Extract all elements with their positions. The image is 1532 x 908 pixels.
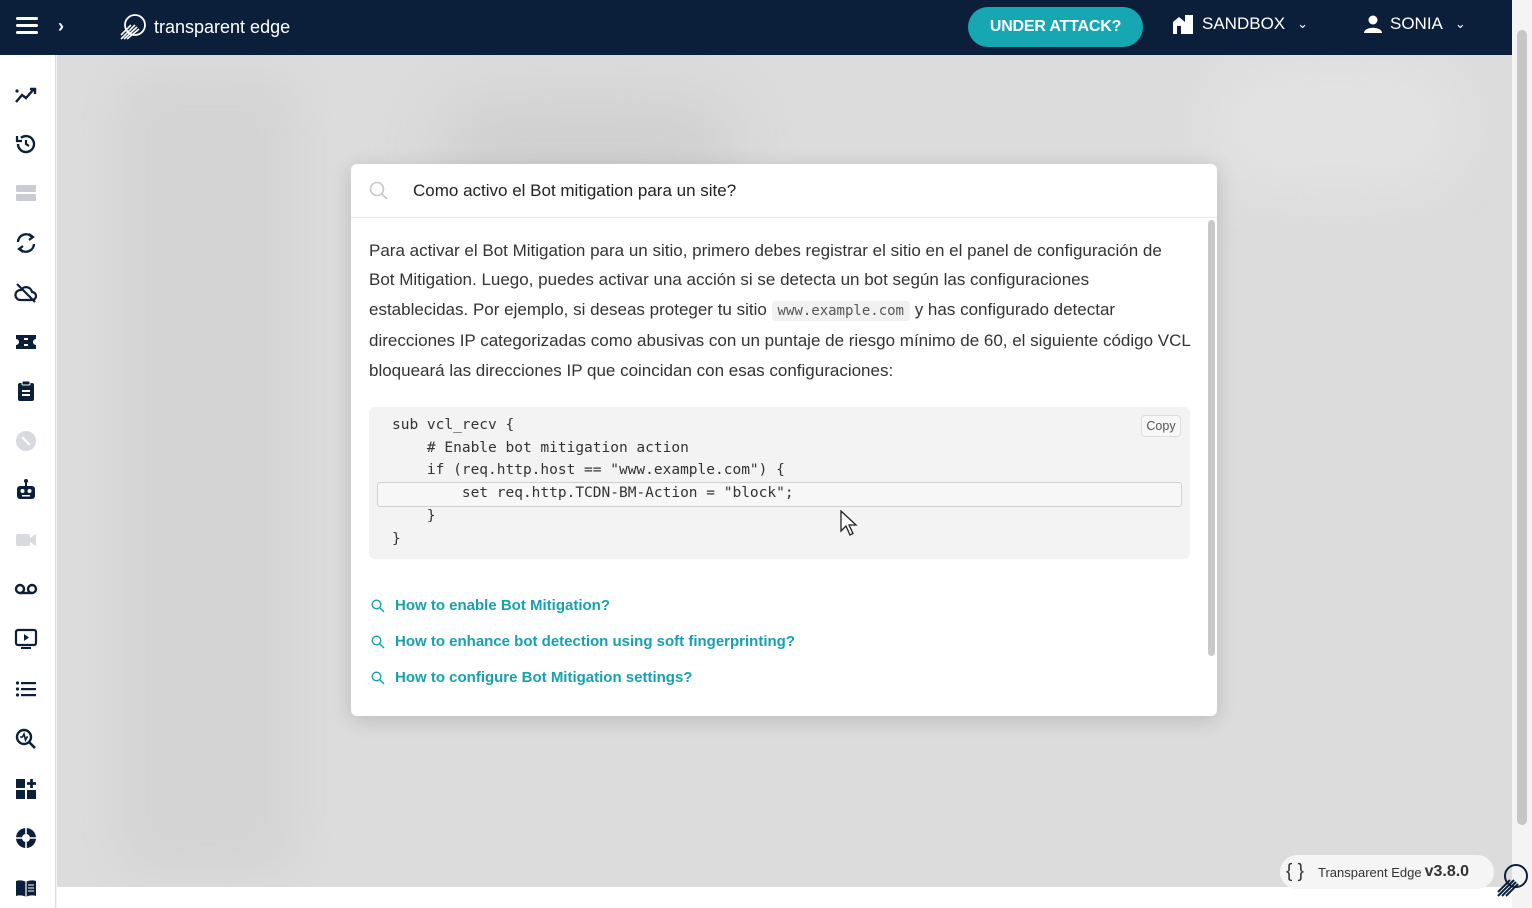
transparent-edge-logo-icon[interactable] (1494, 862, 1530, 898)
mouse-cursor-icon (840, 510, 858, 536)
video-icon[interactable] (13, 527, 39, 553)
code-line: } (392, 531, 401, 547)
code-block: sub vcl_recv { # Enable bot mitigation a… (369, 407, 1190, 559)
page-scrollbar-thumb[interactable] (1517, 30, 1527, 825)
transparent-edge-logo-icon (120, 14, 146, 40)
suggestion-link[interactable]: How to enhance bot detection using soft … (371, 633, 795, 650)
search-input[interactable] (413, 176, 1193, 206)
search-icon (371, 598, 385, 612)
suggestion-link[interactable]: How to enable Bot Mitigation? (371, 597, 610, 614)
inline-code: www.example.com (771, 300, 910, 321)
cloud-off-icon[interactable] (13, 280, 39, 306)
suggestion-label: How to enhance bot detection using soft … (395, 633, 795, 650)
chevron-down-icon: ⌄ (1297, 16, 1309, 31)
top-bar: › transparent edge UNDER ATTACK? SANDBOX… (0, 0, 1512, 55)
version-number: v3.8.0 (1424, 863, 1470, 880)
sync-icon[interactable] (13, 230, 39, 256)
robot-icon[interactable] (13, 477, 39, 503)
code-braces-icon: { } (1286, 861, 1304, 882)
search-icon (371, 634, 385, 648)
analytics-icon[interactable] (13, 82, 39, 108)
user-name: SONIA (1390, 14, 1443, 33)
inspect-icon[interactable] (13, 726, 39, 752)
voicemail-icon[interactable] (13, 576, 39, 602)
code-line: } (392, 508, 436, 524)
clipboard-icon[interactable] (13, 378, 39, 404)
chevron-down-icon: ⌄ (1454, 16, 1466, 31)
suggestion-label: How to enable Bot Mitigation? (395, 597, 610, 614)
building-icon (1173, 15, 1193, 34)
under-attack-button[interactable]: UNDER ATTACK? (968, 7, 1143, 47)
code-line: sub vcl_recv { (392, 417, 515, 433)
blurred-panel (117, 75, 297, 875)
copy-button[interactable]: Copy (1141, 415, 1181, 437)
user-icon (1364, 15, 1382, 33)
player-icon[interactable] (13, 626, 39, 652)
code-line: if (req.http.host == "www.example.com") … (392, 462, 785, 478)
brand-name: transparent edge (154, 16, 291, 37)
disabled-circle-icon[interactable] (13, 428, 39, 454)
chevron-right-icon[interactable]: › (58, 16, 64, 37)
dialog-scrollbar[interactable] (1208, 220, 1215, 656)
suggestion-label: How to configure Bot Mitigation settings… (395, 669, 693, 686)
ai-search-dialog: Para activar el Bot Mitigation para un s… (351, 164, 1217, 716)
suggestion-link[interactable]: How to configure Bot Mitigation settings… (371, 669, 692, 686)
servers-icon[interactable] (13, 180, 39, 206)
support-icon[interactable] (13, 825, 39, 851)
list-icon[interactable] (13, 676, 39, 702)
workspace-selector[interactable]: SANDBOX ⌄ (1172, 14, 1308, 34)
search-icon (371, 670, 385, 684)
history-icon[interactable] (13, 131, 39, 157)
version-badge: { } Transparent Edge v3.8.0 (1280, 855, 1494, 889)
code-line: # Enable bot mitigation action (392, 440, 689, 456)
bottom-strip (57, 887, 1512, 908)
answer-text: Para activar el Bot Mitigation para un s… (369, 236, 1191, 385)
product-name: Transparent Edge (1317, 864, 1422, 880)
search-row (351, 164, 1217, 218)
docs-book-icon[interactable] (13, 875, 39, 901)
brand-logo[interactable]: transparent edge (118, 12, 290, 42)
workspace-name: SANDBOX (1202, 14, 1286, 33)
code-line: set req.http.TCDN-BM-Action = "block"; (392, 485, 794, 501)
sidebar (0, 55, 56, 908)
dashboard-add-icon[interactable] (13, 776, 39, 802)
search-icon (369, 181, 388, 200)
ticket-icon[interactable] (13, 329, 39, 355)
menu-icon[interactable] (16, 17, 38, 37)
user-menu[interactable]: SONIA ⌄ (1364, 14, 1466, 34)
blurred-panel (1207, 55, 1467, 195)
